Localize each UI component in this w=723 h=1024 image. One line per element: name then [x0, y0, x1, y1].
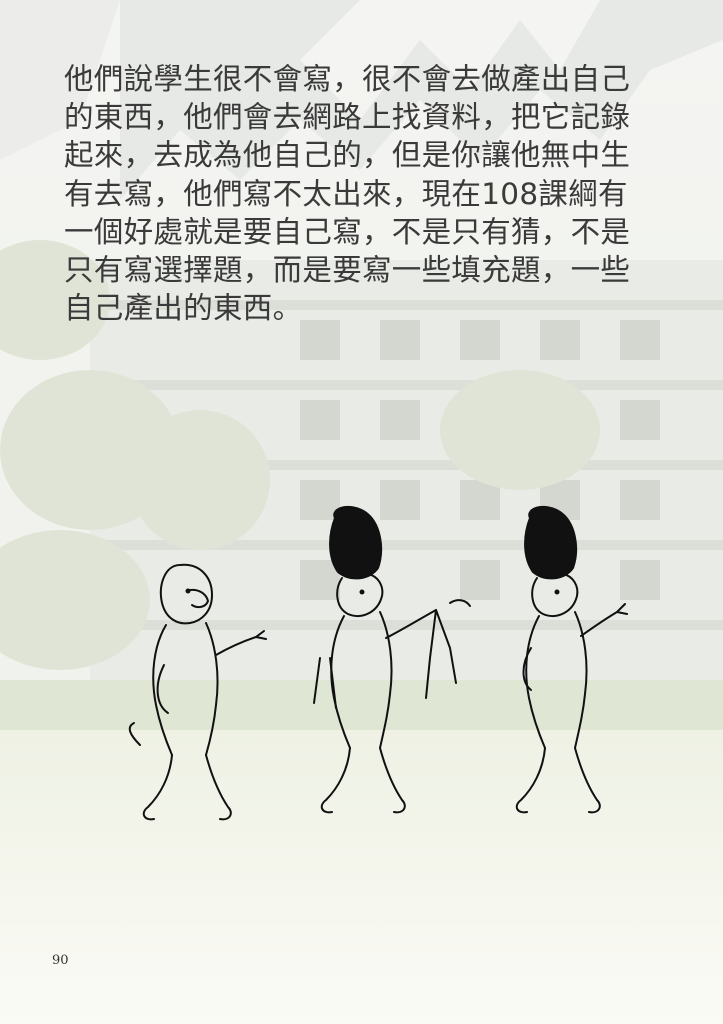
- monkeys-illustration: [128, 505, 628, 821]
- body-line: 的東西，他們會去網路上找資料，把它記錄: [64, 100, 631, 135]
- body-line: 有去寫，他們寫不太出來，現在108課綱有: [64, 176, 628, 211]
- page-number: 90: [52, 953, 69, 968]
- body-line: 只有寫選擇題，而是要寫一些填充題，一些: [64, 253, 631, 288]
- body-line: 起來，去成為他自己的，但是你讓他無中生: [64, 138, 631, 173]
- body-line: 自己產出的東西。: [64, 291, 303, 326]
- book-page: 他們說學生很不會寫，很不會去做產出自己 的東西，他們會去網路上找資料，把它記錄 …: [0, 0, 723, 1024]
- body-line: 一個好處就是要自己寫，不是只有猜，不是: [64, 214, 631, 249]
- monkey-figure-left: [128, 563, 267, 821]
- body-text: 他們說學生很不會寫，很不會去做產出自己 的東西，他們會去網路上找資料，把它記錄 …: [64, 60, 664, 327]
- monkey-figure-right: [515, 505, 628, 814]
- monkey-figure-middle: [313, 505, 471, 814]
- body-line: 他們說學生很不會寫，很不會去做產出自己: [64, 62, 631, 96]
